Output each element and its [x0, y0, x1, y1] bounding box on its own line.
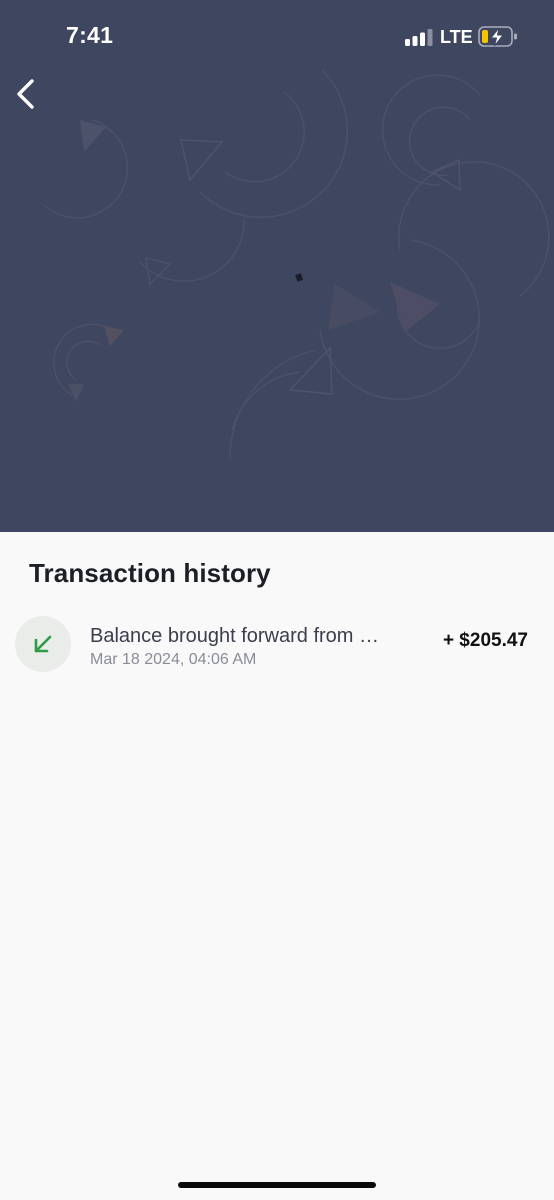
arrow-down-left-icon — [34, 635, 52, 653]
status-bar: 7:41 LTE — [0, 0, 554, 76]
transaction-amount: + $205.47 — [442, 630, 528, 651]
home-indicator[interactable] — [178, 1182, 376, 1188]
back-button[interactable] — [8, 72, 52, 116]
network-type: LTE — [440, 27, 473, 47]
battery-charging-icon — [478, 26, 517, 47]
cellular-signal-icon — [405, 29, 433, 46]
section-title: Transaction history — [29, 558, 271, 588]
transaction-type-badge — [15, 616, 71, 672]
transaction-history-section: Transaction history Balance brought forw… — [0, 532, 554, 1200]
transaction-date: Mar 18 2024, 04:06 AM — [90, 651, 257, 668]
chevron-left-icon — [17, 79, 34, 109]
status-time: 7:41 — [66, 22, 114, 48]
transaction-row[interactable]: Balance brought forward from … Mar 18 20… — [0, 612, 554, 678]
hero-banner: 7:41 LTE — [0, 0, 554, 532]
decorative-arrows-pattern — [43, 69, 550, 459]
transaction-description: Balance brought forward from … — [90, 625, 380, 647]
